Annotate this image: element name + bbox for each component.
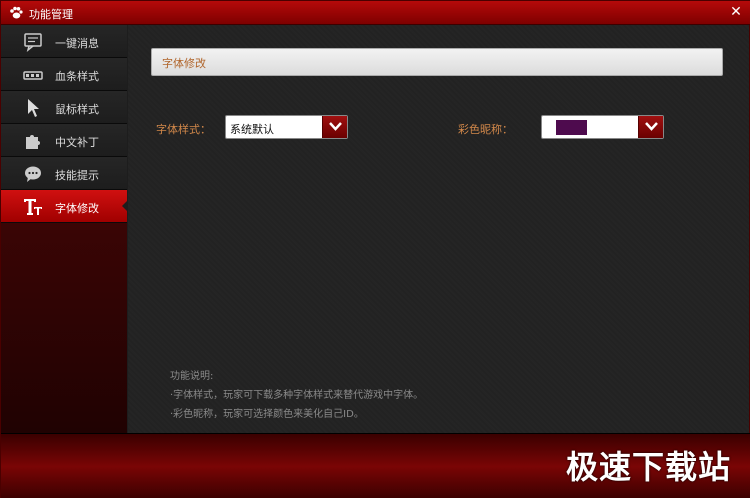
sidebar-item-quick-message[interactable]: 一键消息	[1, 25, 127, 58]
chevron-down-icon	[329, 122, 342, 131]
description-line: ·字体样式，玩家可下载多种字体样式来替代游戏中字体。	[170, 390, 424, 401]
paw-icon	[10, 6, 23, 19]
feature-description: 功能说明: ·字体样式，玩家可下载多种字体样式来替代游戏中字体。 ·彩色昵称，玩…	[170, 367, 423, 424]
sidebar-empty-area	[1, 223, 127, 433]
description-heading: 功能说明:	[170, 371, 214, 382]
sidebar-item-label: 鼠标样式	[55, 103, 99, 116]
sidebar-item-skill-hint[interactable]: 技能提示	[1, 157, 127, 190]
sidebar-item-label: 中文补丁	[55, 136, 99, 149]
footer-bar: 极速下载站	[1, 433, 750, 498]
sidebar-item-font-modify[interactable]: 字体修改	[1, 190, 127, 223]
health-bar-icon	[23, 71, 43, 80]
sidebar-item-mouse-style[interactable]: 鼠标样式	[1, 91, 127, 124]
section-title: 字体修改	[162, 57, 206, 70]
sidebar-item-health-bar[interactable]: 血条样式	[1, 58, 127, 91]
color-nickname-label: 彩色昵称：	[458, 123, 513, 136]
sidebar-item-label: 一键消息	[55, 37, 99, 50]
puzzle-piece-icon	[26, 135, 40, 149]
sidebar-item-chinese-patch[interactable]: 中文补丁	[1, 124, 127, 157]
sidebar: 一键消息 血条样式 鼠标样式 中文补丁 技能提示 字体修改	[1, 25, 127, 433]
active-indicator-arrow	[122, 201, 127, 211]
section-header: 字体修改	[151, 48, 723, 76]
color-swatch	[556, 120, 587, 135]
description-line: ·彩色昵称，玩家可选择颜色来美化自己ID。	[170, 409, 364, 420]
chat-bubble-icon	[24, 33, 42, 52]
sidebar-item-label: 技能提示	[55, 169, 99, 182]
function-manager-window: 功能管理 ✕ 一键消息 血条样式 鼠标样式 中文补丁 技能提示 字体修改 字体修…	[0, 0, 750, 498]
sidebar-item-label: 血条样式	[55, 70, 99, 83]
chevron-down-icon	[645, 122, 658, 131]
close-button[interactable]: ✕	[727, 3, 745, 21]
main-content: 字体修改 字体样式： 系统默认 彩色昵称： 功能说明: ·字体样式，玩家可下载多…	[128, 25, 749, 433]
watermark-logo: 极速下载站	[565, 448, 731, 486]
font-style-label: 字体样式：	[156, 123, 211, 136]
color-nickname-dropdown-button[interactable]	[638, 116, 663, 138]
color-nickname-select[interactable]	[541, 115, 664, 139]
font-style-value: 系统默认	[230, 123, 274, 136]
window-title: 功能管理	[29, 8, 73, 21]
mouse-cursor-icon	[28, 99, 39, 117]
font-style-select[interactable]: 系统默认	[225, 115, 348, 139]
title-bar[interactable]: 功能管理 ✕	[1, 1, 750, 25]
sidebar-item-label: 字体修改	[55, 202, 99, 215]
close-icon: ✕	[730, 4, 742, 20]
speech-dots-icon	[25, 166, 41, 182]
font-style-dropdown-button[interactable]	[322, 116, 347, 138]
font-icon	[24, 199, 42, 215]
